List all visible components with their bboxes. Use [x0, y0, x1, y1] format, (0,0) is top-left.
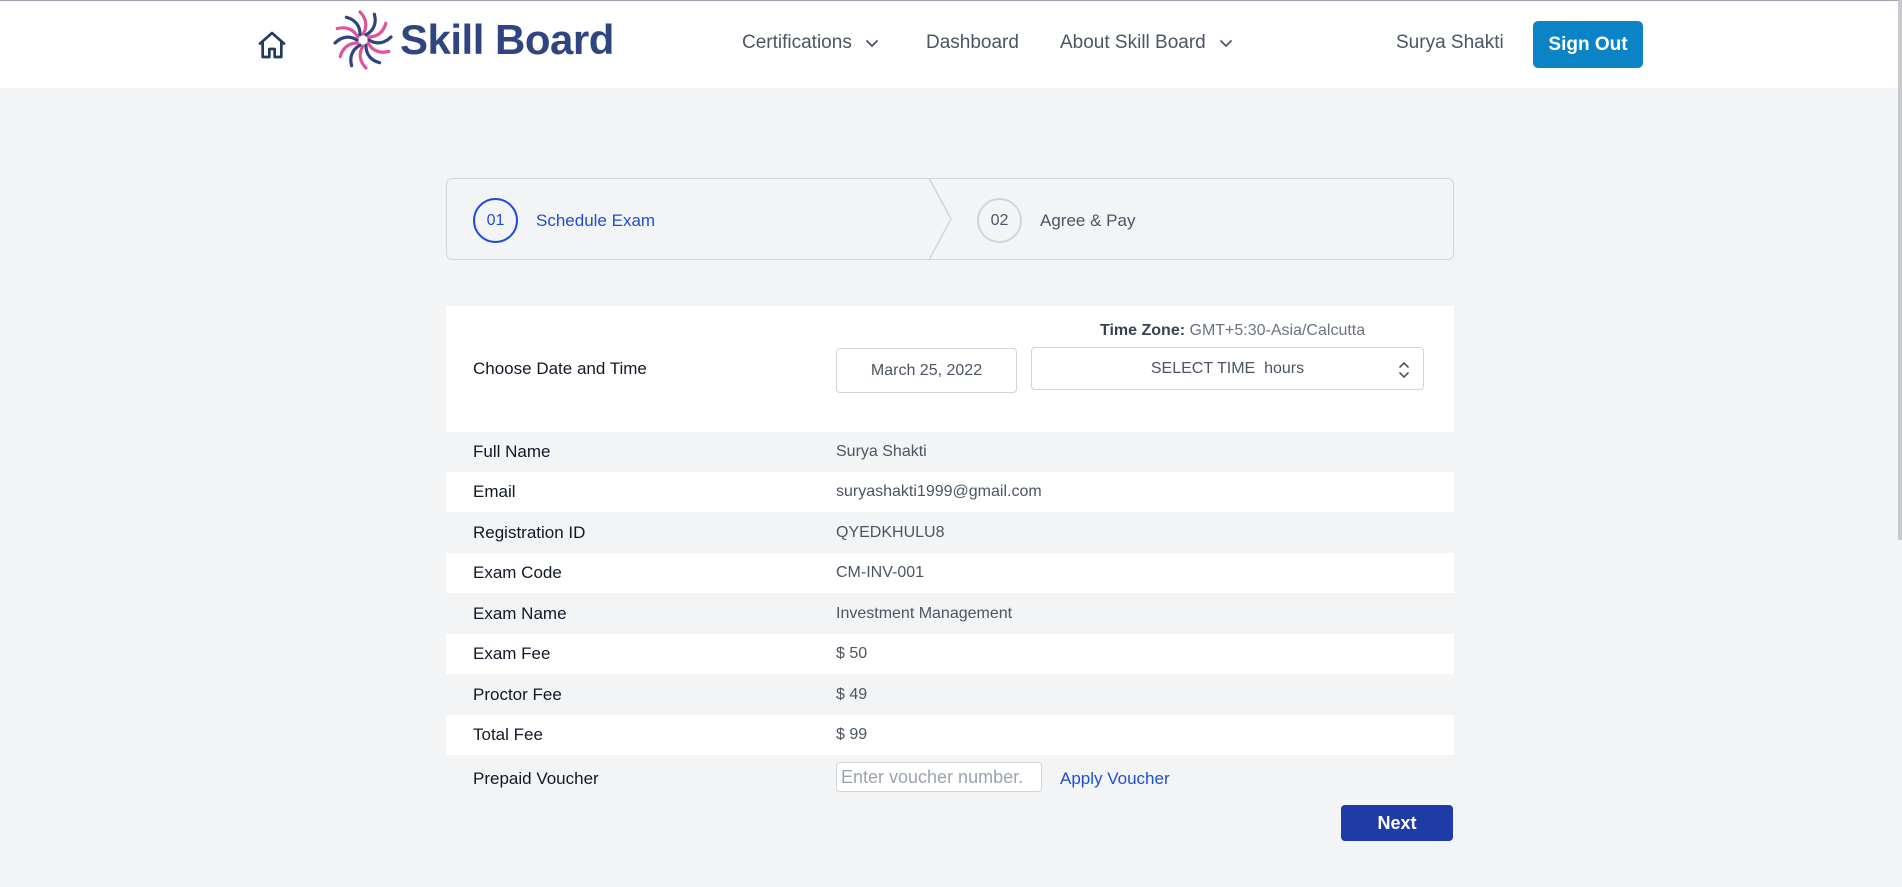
next-button[interactable]: Next — [1341, 805, 1453, 841]
detail-row-proctor-fee: Proctor Fee $ 49 — [446, 675, 1454, 715]
detail-value: suryashakti1999@gmail.com — [836, 483, 1042, 500]
timezone-value: GMT+5:30-Asia/Calcutta — [1189, 322, 1366, 339]
detail-key: Exam Code — [473, 563, 562, 582]
detail-key: Email — [473, 482, 516, 501]
time-select-value: SELECT TIME hours — [1150, 359, 1305, 377]
detail-value: $ 99 — [836, 726, 868, 743]
voucher-input[interactable] — [836, 762, 1042, 792]
nav-dashboard-label: Dashboard — [926, 32, 1019, 53]
detail-value: $ 49 — [836, 686, 868, 703]
step-number: 02 — [977, 198, 1022, 243]
home-icon[interactable] — [256, 29, 288, 61]
detail-value: Surya Shakti — [836, 443, 927, 460]
detail-value: QYEDKHULU8 — [836, 524, 945, 541]
logo-flower-icon — [333, 10, 393, 70]
timezone-info: Time Zone: GMT+5:30-Asia/Calcutta — [1100, 322, 1365, 340]
detail-value: Investment Management — [836, 605, 1013, 622]
detail-row-exam-fee: Exam Fee $ 50 — [446, 634, 1454, 674]
nav-certifications[interactable]: Certifications — [742, 32, 880, 54]
date-time-label: Choose Date and Time — [473, 359, 647, 378]
detail-value: $ 50 — [836, 645, 868, 662]
user-name[interactable]: Surya Shakti — [1396, 32, 1504, 54]
timezone-label: Time Zone: — [1100, 322, 1186, 339]
apply-voucher-link[interactable]: Apply Voucher — [1060, 769, 1170, 789]
detail-key: Full Name — [473, 442, 551, 461]
step-divider-arrow — [929, 178, 952, 260]
detail-key: Exam Name — [473, 604, 567, 623]
detail-row-exam-name: Exam Name Investment Management — [446, 594, 1454, 634]
detail-row-exam-code: Exam Code CM-INV-001 — [446, 553, 1454, 593]
nav-about-skill-board[interactable]: About Skill Board — [1060, 32, 1234, 54]
nav-certifications-label: Certifications — [742, 32, 852, 53]
exam-stepper: 01 Schedule Exam 02 Agree & Pay — [446, 178, 1454, 260]
detail-row-total-fee: Total Fee $ 99 — [446, 715, 1454, 755]
page-scrollbar[interactable] — [1898, 0, 1902, 540]
detail-key: Total Fee — [473, 725, 543, 744]
chevron-down-icon — [1219, 40, 1232, 48]
detail-row-full-name: Full Name Surya Shakti — [446, 432, 1454, 472]
date-time-section: Choose Date and Time Time Zone: GMT+5:30… — [446, 306, 1454, 432]
detail-value: CM-INV-001 — [836, 564, 925, 581]
step-label: Agree & Pay — [1040, 210, 1136, 230]
detail-row-registration-id: Registration ID QYEDKHULU8 — [446, 513, 1454, 553]
detail-row-email: Email suryashakti1999@gmail.com — [446, 472, 1454, 512]
sign-out-button[interactable]: Sign Out — [1533, 21, 1643, 68]
chevron-down-icon — [865, 40, 878, 48]
voucher-row: Prepaid Voucher Apply Voucher — [446, 756, 1454, 802]
nav-dashboard[interactable]: Dashboard — [926, 32, 1019, 54]
step-schedule-exam[interactable]: 01 Schedule Exam — [473, 198, 655, 243]
skill-board-logo[interactable]: Skill Board — [332, 9, 614, 71]
nav-about-label: About Skill Board — [1060, 32, 1206, 53]
detail-key: Exam Fee — [473, 644, 551, 663]
date-picker[interactable]: March 25, 2022 — [836, 348, 1017, 393]
step-label: Schedule Exam — [536, 210, 656, 230]
step-agree-pay[interactable]: 02 Agree & Pay — [977, 198, 1135, 243]
time-select[interactable]: SELECT TIME hours — [1031, 347, 1424, 390]
step-number: 01 — [473, 198, 518, 243]
detail-key: Registration ID — [473, 523, 586, 542]
detail-key: Proctor Fee — [473, 685, 562, 704]
brand-name: Skill Board — [400, 16, 614, 63]
select-arrows-icon — [1399, 361, 1409, 379]
top-navbar: Skill Board Certifications Dashboard Abo… — [0, 0, 1902, 88]
voucher-label: Prepaid Voucher — [473, 769, 599, 788]
